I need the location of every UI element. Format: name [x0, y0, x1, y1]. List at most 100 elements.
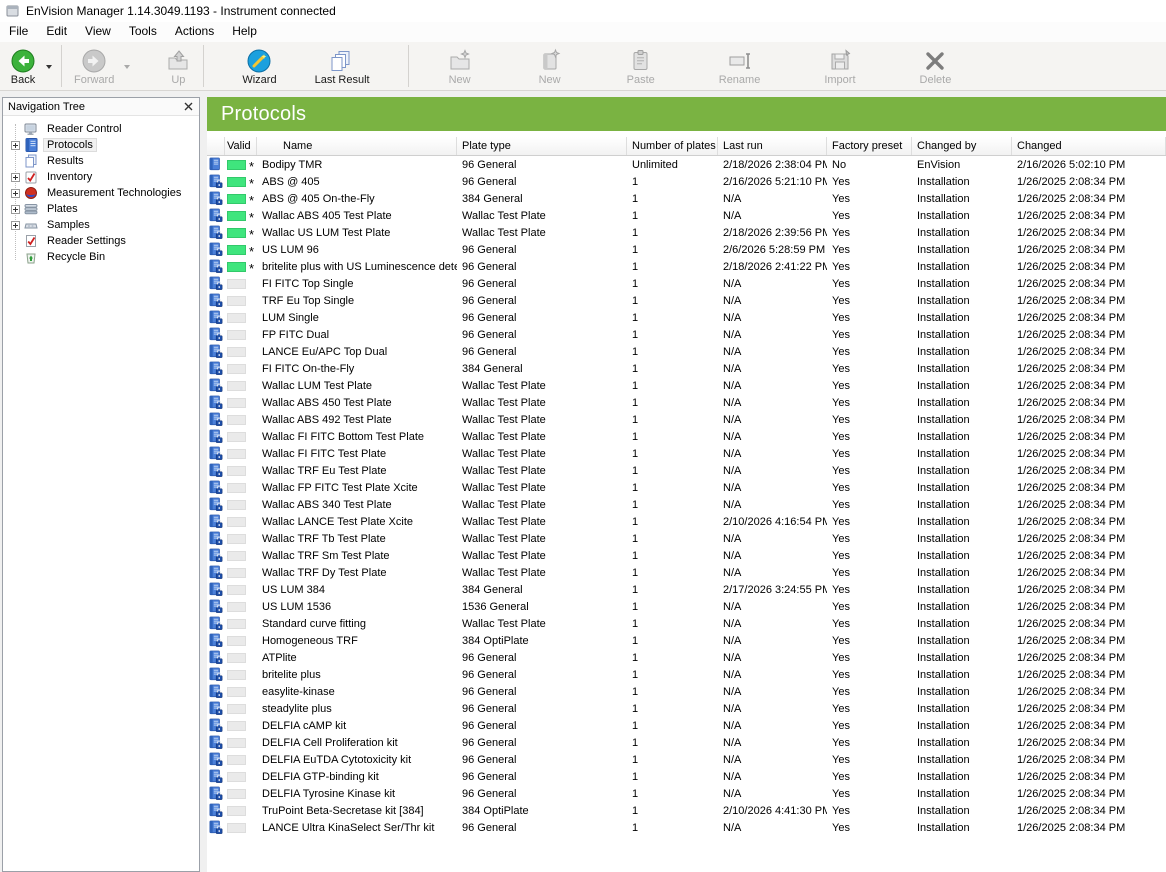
table-row[interactable]: * Wallac ABS 492 Test Plate Wallac Test … [207, 411, 1166, 428]
expand-icon[interactable] [11, 221, 20, 230]
sidebar-item-measurement-technologies[interactable]: Measurement Technologies [3, 185, 199, 201]
menu-bar: File Edit View Tools Actions Help [0, 22, 1166, 42]
protocol-icon [209, 480, 223, 495]
table-row[interactable]: * DELFIA GTP-binding kit 96 General 1 N/… [207, 768, 1166, 785]
table-row[interactable]: * US LUM 96 96 General 1 2/6/2026 5:28:5… [207, 241, 1166, 258]
up-button[interactable]: Up [159, 43, 197, 89]
table-row[interactable]: * britelite plus with US Luminescence de… [207, 258, 1166, 275]
table-row[interactable]: * Wallac ABS 405 Test Plate Wallac Test … [207, 207, 1166, 224]
expand-icon[interactable] [11, 205, 20, 214]
sidebar-item-plates[interactable]: Plates [3, 201, 199, 217]
sidebar-item-samples[interactable]: Samples [3, 217, 199, 233]
column-header-valid[interactable]: Valid [225, 137, 257, 155]
table-row[interactable]: * US LUM 384 384 General 1 2/17/2026 3:2… [207, 581, 1166, 598]
menu-help[interactable]: Help [223, 22, 266, 42]
cell-factory-preset: Yes [827, 193, 912, 205]
cell-factory-preset: Yes [827, 805, 912, 817]
expand-icon[interactable] [11, 189, 20, 198]
table-row[interactable]: * DELFIA Cell Proliferation kit 96 Gener… [207, 734, 1166, 751]
table-row[interactable]: * Bodipy TMR 96 General Unlimited 2/18/2… [207, 156, 1166, 173]
new-protocol-button[interactable]: New [531, 43, 569, 89]
table-row[interactable]: * Wallac ABS 340 Test Plate Wallac Test … [207, 496, 1166, 513]
table-row[interactable]: * ABS @ 405 96 General 1 2/16/2026 5:21:… [207, 173, 1166, 190]
expand-icon[interactable] [11, 141, 20, 150]
table-row[interactable]: * Wallac TRF Dy Test Plate Wallac Test P… [207, 564, 1166, 581]
cell-factory-preset: Yes [827, 448, 912, 460]
paste-button[interactable]: Paste [621, 43, 661, 89]
table-row[interactable]: * Wallac TRF Sm Test Plate Wallac Test P… [207, 547, 1166, 564]
import-button[interactable]: Import [818, 43, 861, 89]
last-result-button[interactable]: Last Result [309, 43, 376, 89]
table-row[interactable]: * US LUM 1536 1536 General 1 N/A Yes Ins… [207, 598, 1166, 615]
cell-changed-by: Installation [912, 822, 1012, 834]
table-row[interactable]: * LUM Single 96 General 1 N/A Yes Instal… [207, 309, 1166, 326]
expand-icon[interactable] [11, 173, 20, 182]
sidebar-item-protocols[interactable]: Protocols [3, 137, 199, 153]
cell-factory-preset: Yes [827, 363, 912, 375]
table-row[interactable]: * Wallac TRF Tb Test Plate Wallac Test P… [207, 530, 1166, 547]
table-row[interactable]: * TruPoint Beta-Secretase kit [384] 384 … [207, 802, 1166, 819]
table-row[interactable]: * Wallac LUM Test Plate Wallac Test Plat… [207, 377, 1166, 394]
sidebar-item-reader-control[interactable]: Reader Control [3, 121, 199, 137]
back-button[interactable]: Back [4, 43, 42, 89]
table-row[interactable]: * Homogeneous TRF 384 OptiPlate 1 N/A Ye… [207, 632, 1166, 649]
column-header-number-plates[interactable]: Number of plates [627, 137, 718, 155]
table-row[interactable]: * ATPlite 96 General 1 N/A Yes Installat… [207, 649, 1166, 666]
delete-button[interactable]: Delete [914, 43, 958, 89]
column-header-icon[interactable] [207, 137, 225, 155]
table-row[interactable]: * Wallac FI FITC Bottom Test Plate Walla… [207, 428, 1166, 445]
column-header-factory-preset[interactable]: Factory preset [827, 137, 912, 155]
new-folder-button[interactable]: New [441, 43, 479, 89]
sidebar-item-recycle-bin[interactable]: Recycle Bin [3, 249, 199, 265]
wizard-button[interactable]: Wizard [236, 43, 282, 89]
menu-view[interactable]: View [76, 22, 120, 42]
table-row[interactable]: * DELFIA cAMP kit 96 General 1 N/A Yes I… [207, 717, 1166, 734]
column-header-changed[interactable]: Changed [1012, 137, 1166, 155]
table-row[interactable]: * FI FITC On-the-Fly 384 General 1 N/A Y… [207, 360, 1166, 377]
back-dropdown-arrow[interactable] [42, 46, 55, 86]
table-row[interactable]: * DELFIA EuTDA Cytotoxicity kit 96 Gener… [207, 751, 1166, 768]
menu-file[interactable]: File [0, 22, 37, 42]
valid-indicator [227, 568, 246, 578]
cell-number-plates: 1 [627, 567, 718, 579]
cell-name: LUM Single [257, 312, 457, 324]
table-row[interactable]: * FI FITC Top Single 96 General 1 N/A Ye… [207, 275, 1166, 292]
cell-plate-type: 96 General [457, 295, 627, 307]
sidebar-item-results[interactable]: Results [3, 153, 199, 169]
table-row[interactable]: * FP FITC Dual 96 General 1 N/A Yes Inst… [207, 326, 1166, 343]
table-row[interactable]: * LANCE Eu/APC Top Dual 96 General 1 N/A… [207, 343, 1166, 360]
sidebar-splitter[interactable] [200, 97, 207, 872]
table-row[interactable]: * DELFIA Tyrosine Kinase kit 96 General … [207, 785, 1166, 802]
protocol-icon [209, 786, 223, 801]
cell-last-run: N/A [718, 771, 827, 783]
table-row[interactable]: * Wallac ABS 450 Test Plate Wallac Test … [207, 394, 1166, 411]
menu-tools[interactable]: Tools [120, 22, 166, 42]
column-header-last-run[interactable]: Last run [718, 137, 827, 155]
table-row[interactable]: * britelite plus 96 General 1 N/A Yes In… [207, 666, 1166, 683]
forward-dropdown-arrow[interactable] [120, 46, 133, 86]
forward-button[interactable]: Forward [68, 43, 120, 89]
table-row[interactable]: * ABS @ 405 On-the-Fly 384 General 1 N/A… [207, 190, 1166, 207]
table-row[interactable]: * easylite-kinase 96 General 1 N/A Yes I… [207, 683, 1166, 700]
sidebar-item-inventory[interactable]: Inventory [3, 169, 199, 185]
column-header-plate-type[interactable]: Plate type [457, 137, 627, 155]
close-icon[interactable] [182, 101, 194, 113]
column-header-changed-by[interactable]: Changed by [912, 137, 1012, 155]
table-row[interactable]: * LANCE Ultra KinaSelect Ser/Thr kit 96 … [207, 819, 1166, 836]
sidebar-item-reader-settings[interactable]: Reader Settings [3, 233, 199, 249]
menu-edit[interactable]: Edit [37, 22, 76, 42]
protocol-icon [209, 582, 223, 597]
column-header-name[interactable]: Name [257, 137, 457, 155]
rename-button[interactable]: Rename [713, 43, 767, 89]
table-row[interactable]: * Wallac US LUM Test Plate Wallac Test P… [207, 224, 1166, 241]
table-row[interactable]: * TRF Eu Top Single 96 General 1 N/A Yes… [207, 292, 1166, 309]
menu-actions[interactable]: Actions [166, 22, 223, 42]
table-row[interactable]: * steadylite plus 96 General 1 N/A Yes I… [207, 700, 1166, 717]
cell-factory-preset: Yes [827, 210, 912, 222]
table-row[interactable]: * Standard curve fitting Wallac Test Pla… [207, 615, 1166, 632]
table-row[interactable]: * Wallac FI FITC Test Plate Wallac Test … [207, 445, 1166, 462]
valid-indicator [227, 415, 246, 425]
table-row[interactable]: * Wallac FP FITC Test Plate Xcite Wallac… [207, 479, 1166, 496]
table-row[interactable]: * Wallac LANCE Test Plate Xcite Wallac T… [207, 513, 1166, 530]
table-row[interactable]: * Wallac TRF Eu Test Plate Wallac Test P… [207, 462, 1166, 479]
